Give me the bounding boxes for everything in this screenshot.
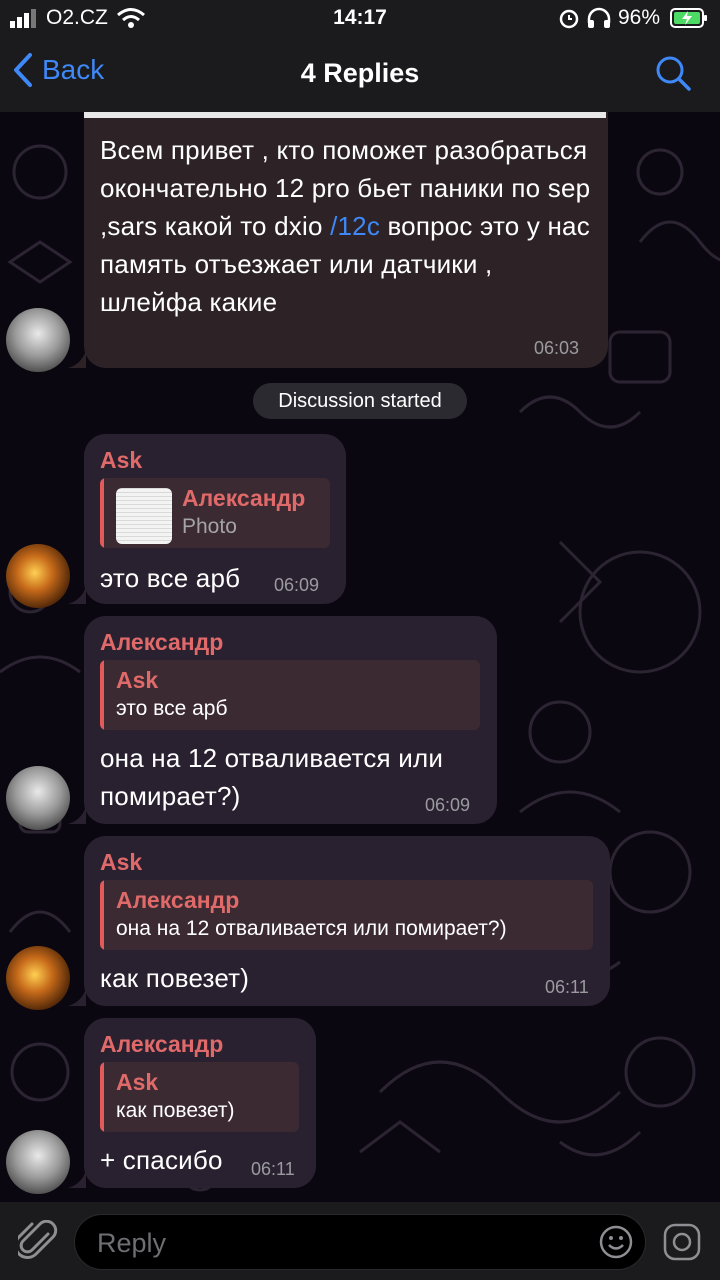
- page-title: 4 Replies: [300, 58, 420, 88]
- message-time-3: 06:11: [545, 977, 589, 997]
- avatar-alexander[interactable]: [6, 766, 70, 830]
- reply-quote-3[interactable]: Александр она на 12 отваливается или пом…: [100, 880, 593, 950]
- reply-quote-4[interactable]: Ask как повезет): [100, 1062, 299, 1132]
- bubble-tail: [68, 806, 86, 824]
- quote-text-4: как повезет): [116, 1099, 235, 1122]
- bubble-tail: [68, 1170, 86, 1188]
- sender-name-2[interactable]: Александр: [100, 629, 223, 656]
- quote-text-1: Photo: [182, 515, 237, 538]
- emoji-icon[interactable]: [598, 1224, 634, 1260]
- post-link[interactable]: /12c: [330, 211, 380, 241]
- sender-name-3[interactable]: Ask: [100, 849, 142, 876]
- quote-name-4: Ask: [116, 1069, 159, 1095]
- quote-name-2: Ask: [116, 667, 159, 693]
- avatar-ask[interactable]: [6, 946, 70, 1010]
- quote-text-3: она на 12 отваливается или помирает?): [116, 917, 507, 940]
- reply-placeholder: Reply: [97, 1228, 167, 1258]
- quote-bar: [100, 880, 104, 950]
- reply-quote-1[interactable]: Александр Photo: [100, 478, 330, 548]
- quote-bar: [100, 1062, 104, 1132]
- photo-thumbnail: [116, 488, 172, 544]
- quote-name-3: Александр: [116, 887, 240, 913]
- reply-input-bar: Reply: [0, 1202, 720, 1280]
- clock: 14:17: [333, 6, 387, 29]
- message-time-2: 06:09: [425, 795, 471, 815]
- headphones-icon: [587, 7, 611, 28]
- post-timestamp: 06:03: [534, 338, 580, 358]
- bubble-tail: [68, 586, 86, 604]
- avatar-alexander[interactable]: [6, 1130, 70, 1194]
- message-text-1: это все арб: [100, 563, 241, 593]
- status-bar: O2.CZ 14:17 96%: [0, 0, 720, 36]
- video-message-icon[interactable]: [662, 1222, 702, 1262]
- message-time-4: 06:11: [251, 1159, 295, 1179]
- paperclip-icon[interactable]: [18, 1220, 58, 1264]
- message-text-3: как повезет): [100, 963, 250, 993]
- quote-text-2: это все арб: [116, 697, 228, 720]
- bubble-tail: [68, 350, 86, 368]
- sender-name-1[interactable]: Ask: [100, 447, 142, 474]
- message-text-4: + спасибо: [100, 1145, 223, 1175]
- bubble-tail: [68, 988, 86, 1006]
- quote-bar: [100, 478, 104, 548]
- navigation-bar: Back 4 Replies: [0, 36, 720, 112]
- battery-percent: 96%: [618, 6, 661, 29]
- quote-bar: [100, 660, 104, 730]
- message-time-1: 06:09: [274, 575, 320, 595]
- service-message: Discussion started: [253, 383, 467, 419]
- quote-name-1: Александр: [182, 485, 306, 511]
- alarm-icon: [559, 9, 579, 29]
- battery-charging-icon: [670, 8, 707, 28]
- avatar-ask[interactable]: [6, 544, 70, 608]
- reply-quote-2[interactable]: Ask это все арб: [100, 660, 480, 730]
- sender-name-4[interactable]: Александр: [100, 1031, 223, 1058]
- avatar-alexander[interactable]: [6, 308, 70, 372]
- search-icon[interactable]: [654, 54, 692, 92]
- reply-input[interactable]: Reply: [74, 1214, 646, 1270]
- post-image-strip: [84, 112, 606, 118]
- post-text: Всем привет , кто поможет разобраться ок…: [100, 131, 600, 321]
